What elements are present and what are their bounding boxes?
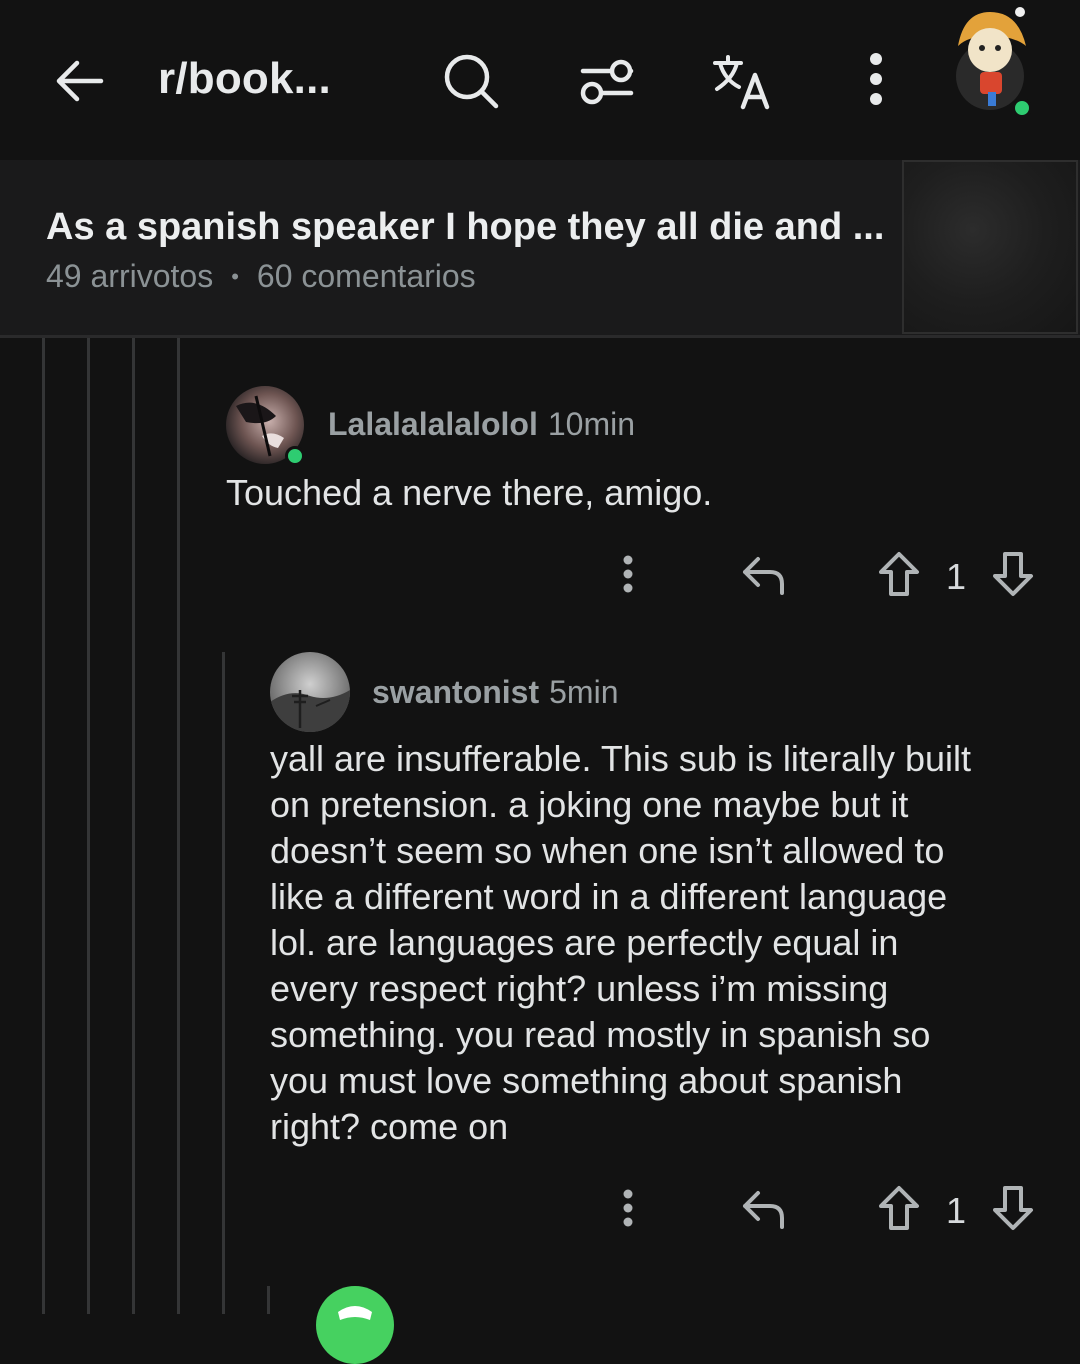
filter-icon[interactable]	[576, 50, 638, 112]
comment-line: on pretension. a joking one maybe but it	[270, 784, 909, 825]
post-thumbnail[interactable]	[902, 160, 1078, 334]
thread-line[interactable]	[42, 338, 45, 1314]
username[interactable]: swantonist	[372, 674, 539, 710]
thread-line[interactable]	[132, 338, 135, 1314]
top-app-bar: r/book...	[0, 0, 1080, 158]
thread-line[interactable]	[267, 1286, 270, 1314]
comment-line: yall are insufferable. This sub is liter…	[270, 738, 971, 779]
upvote-count: 49 arrivotos	[46, 258, 214, 294]
commenter-avatar[interactable]	[270, 652, 350, 732]
comment-line: right? come on	[270, 1106, 509, 1147]
more-vertical-icon[interactable]	[850, 48, 902, 110]
translate-icon[interactable]	[710, 50, 776, 112]
comment-timestamp: 5min	[549, 674, 619, 710]
comment-line: like a different word in a different lan…	[270, 876, 948, 917]
post-meta: 49 arrivotos • 60 comentarios	[46, 258, 476, 295]
reply-icon[interactable]	[738, 550, 790, 600]
online-status-dot	[1012, 98, 1032, 118]
comment-line: something. you read mostly in spanish so	[270, 1014, 931, 1055]
vote-score: 1	[946, 1190, 967, 1231]
post-title[interactable]: As a spanish speaker I hope they all die…	[46, 206, 884, 249]
comment-body: Touched a nerve there, amigo.	[226, 472, 713, 513]
comment-timestamp: 10min	[547, 406, 636, 442]
username[interactable]: Lalalalalalolol	[328, 406, 538, 442]
comment-count: 60 comentarios	[256, 258, 476, 294]
back-arrow-icon[interactable]	[50, 52, 108, 110]
search-icon[interactable]	[440, 50, 502, 112]
comment-author[interactable]: Lalalalalalolol 10min	[328, 406, 635, 443]
more-options-icon[interactable]	[612, 548, 644, 600]
upvote-icon[interactable]	[874, 1182, 924, 1234]
comment-line: you must love something about spanish	[270, 1060, 903, 1101]
comment-line: lol. are languages are perfectly equal i…	[270, 922, 899, 963]
comment-line: every respect right? unless i’m missing	[270, 968, 889, 1009]
downvote-icon[interactable]	[988, 1182, 1038, 1234]
commenter-avatar[interactable]	[316, 1286, 394, 1364]
upvote-icon[interactable]	[874, 548, 924, 600]
online-status-dot	[285, 446, 305, 466]
meta-separator: •	[231, 263, 239, 289]
reply-icon[interactable]	[738, 1184, 790, 1234]
downvote-icon[interactable]	[988, 548, 1038, 600]
more-options-icon[interactable]	[612, 1182, 644, 1234]
vote-score: 1	[946, 556, 967, 597]
thread-line[interactable]	[87, 338, 90, 1314]
comment-author[interactable]: swantonist 5min	[372, 674, 618, 711]
subreddit-title[interactable]: r/book...	[158, 54, 331, 104]
thread-line[interactable]	[222, 652, 225, 1314]
thread-line[interactable]	[177, 338, 180, 1314]
comment-body: yall are insufferable. This sub is liter…	[270, 736, 971, 1150]
comment-line: doesn’t seem so when one isn’t allowed t…	[270, 830, 945, 871]
user-avatar[interactable]	[944, 6, 1034, 118]
post-header[interactable]: As a spanish speaker I hope they all die…	[0, 160, 1080, 338]
